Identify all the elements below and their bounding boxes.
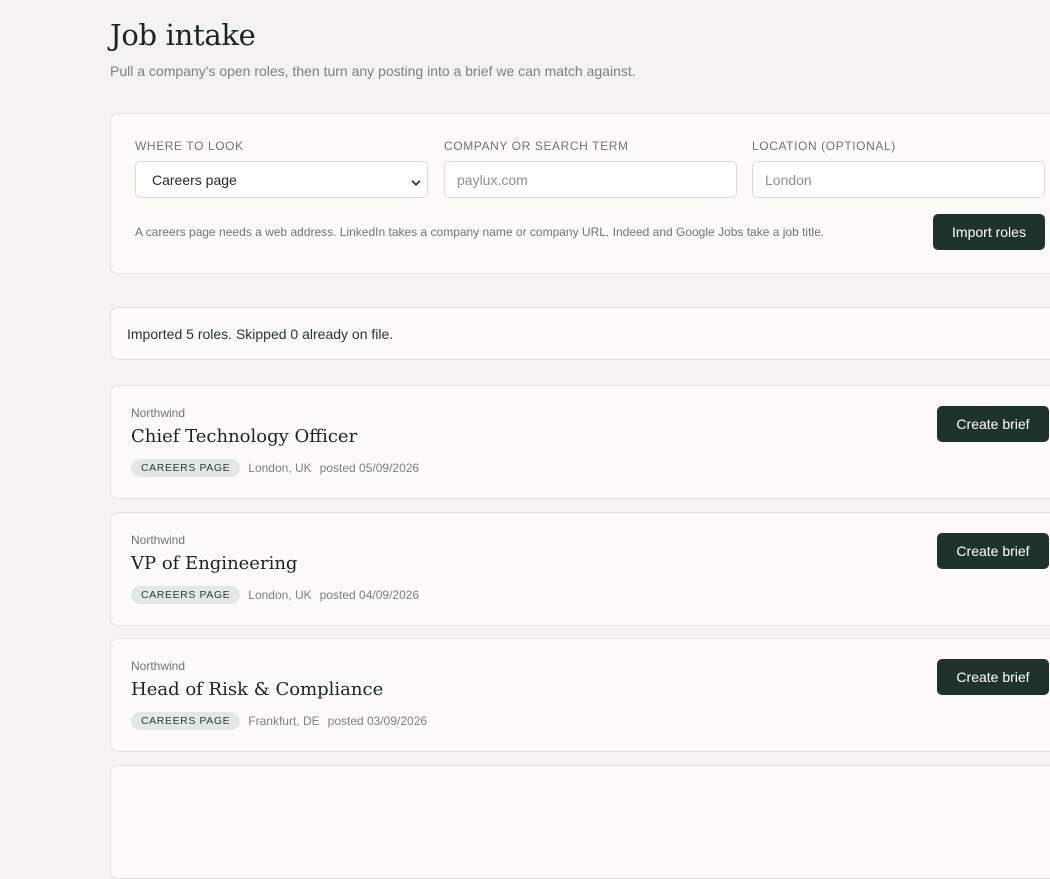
source-label: Where to look <box>135 139 244 153</box>
role-card: Northwind Chief Technology Officer Caree… <box>110 385 1050 499</box>
source-field: Where to look Careers page <box>135 139 428 198</box>
role-location: London, UK <box>248 461 312 475</box>
role-card: Northwind VP of Engineering Careers page… <box>110 512 1050 626</box>
create-brief-button[interactable]: Create brief <box>937 659 1049 695</box>
role-title: Chief Technology Officer <box>131 426 358 447</box>
location-input-wrap <box>752 161 1045 198</box>
import-panel: Where to look Careers page Company or se… <box>110 113 1050 274</box>
role-company: Northwind <box>131 659 186 673</box>
source-badge: Careers page <box>131 586 241 604</box>
page-subtitle: Pull a company's open roles, then turn a… <box>110 63 636 79</box>
create-brief-button[interactable]: Create brief <box>937 406 1049 442</box>
role-company: Northwind <box>131 533 186 547</box>
query-input-wrap <box>444 161 737 198</box>
role-posted-date: posted 04/09/2026 <box>319 588 420 602</box>
role-company: Northwind <box>131 406 186 420</box>
role-location: Frankfurt, DE <box>248 714 320 728</box>
role-posted-date: posted 05/09/2026 <box>319 461 420 475</box>
page-title: Job intake <box>110 18 256 52</box>
source-select-value: Careers page <box>152 171 237 188</box>
source-hint: A careers page needs a web address. Link… <box>135 225 825 239</box>
role-meta: Careers page London, UK posted 05/09/202… <box>131 459 419 477</box>
import-status: Imported 5 roles. Skipped 0 already on f… <box>110 307 1050 360</box>
location-input[interactable] <box>765 171 1032 188</box>
role-meta: Careers page Frankfurt, DE posted 03/09/… <box>131 712 427 730</box>
role-location: London, UK <box>248 588 312 602</box>
role-meta: Careers page London, UK posted 04/09/202… <box>131 586 419 604</box>
chevron-down-icon <box>411 175 421 186</box>
source-select[interactable]: Careers page <box>135 161 428 198</box>
source-badge: Careers page <box>131 712 241 730</box>
role-card-partial <box>110 765 1050 879</box>
import-status-message: Imported 5 roles. Skipped 0 already on f… <box>127 325 394 342</box>
location-field: Location (optional) <box>752 139 1045 198</box>
query-label: Company or search term <box>444 139 629 153</box>
role-posted-date: posted 03/09/2026 <box>327 714 428 728</box>
import-roles-button[interactable]: Import roles <box>933 214 1045 250</box>
query-input[interactable] <box>457 171 724 188</box>
location-label: Location (optional) <box>752 139 896 153</box>
role-title: Head of Risk & Compliance <box>131 679 384 700</box>
role-title: VP of Engineering <box>131 553 298 574</box>
role-card: Northwind Head of Risk & Compliance Care… <box>110 638 1050 752</box>
create-brief-button[interactable]: Create brief <box>937 533 1049 569</box>
source-badge: Careers page <box>131 459 241 477</box>
query-field: Company or search term <box>444 139 737 198</box>
